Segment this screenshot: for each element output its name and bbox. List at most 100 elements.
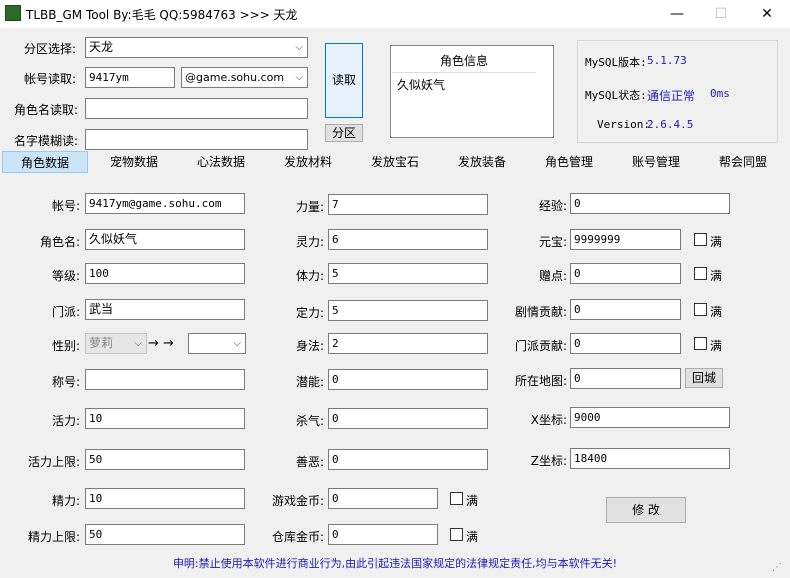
bank-gold-input[interactable]: 0 bbox=[328, 524, 438, 545]
chevron-down-icon: ⌵ bbox=[233, 338, 241, 349]
disclaimer-status: 申明:禁止使用本软件进行商业行为,由此引起违法国家规定的法律规定责任,均与本软件… bbox=[172, 557, 618, 570]
chevron-down-icon: ⌵ bbox=[295, 72, 303, 83]
app-window: TLBB_GM Tool By:毛毛 QQ:5984763 >>> 天龙 — ☐… bbox=[0, 0, 790, 578]
x-coord-input[interactable]: 9000 bbox=[570, 407, 730, 428]
plot-contrib-full-checkbox[interactable] bbox=[694, 303, 707, 316]
account-input[interactable]: 9417ym@game.sohu.com bbox=[85, 193, 245, 214]
game-gold-input[interactable]: 0 bbox=[328, 488, 438, 509]
morality-label: 善恶: bbox=[295, 455, 324, 469]
bank-gold-full-label: 满 bbox=[466, 530, 479, 544]
plot-contrib-label: 剧情贡献: bbox=[514, 305, 567, 319]
sect-contrib-input[interactable]: 0 bbox=[570, 333, 681, 354]
agility-input[interactable]: 2 bbox=[328, 333, 488, 354]
tab-account-management[interactable]: 账号管理 bbox=[613, 151, 699, 173]
z-coord-input[interactable]: 18400 bbox=[570, 448, 730, 469]
return-city-button[interactable]: 回城 bbox=[685, 368, 723, 388]
spirit-label: 灵力: bbox=[295, 235, 324, 249]
app-icon bbox=[5, 5, 21, 21]
tab-pet-data[interactable]: 宠物数据 bbox=[91, 151, 177, 173]
bonus-points-full-checkbox[interactable] bbox=[694, 267, 707, 280]
plot-contrib-input[interactable]: 0 bbox=[570, 299, 681, 320]
energy-input[interactable]: 10 bbox=[85, 488, 245, 509]
domain-select-value: @game.sohu.com bbox=[185, 71, 285, 84]
strength-input[interactable]: 7 bbox=[328, 194, 488, 215]
role-info-listbox[interactable]: 角色信息 久似妖气 bbox=[390, 45, 554, 138]
tab-issue-equipment[interactable]: 发放装备 bbox=[439, 151, 525, 173]
vitality-label: 活力: bbox=[51, 414, 80, 428]
title-label: 称号: bbox=[51, 375, 80, 389]
map-label: 所在地图: bbox=[514, 374, 567, 388]
sect-input[interactable]: 武当 bbox=[85, 299, 245, 320]
fuzzy-read-input[interactable] bbox=[85, 129, 308, 150]
modify-button[interactable]: 修 改 bbox=[606, 497, 686, 523]
vitality-max-input[interactable]: 50 bbox=[85, 449, 245, 470]
constitution-label: 体力: bbox=[295, 269, 324, 283]
gender-select: 萝莉 ⌵ bbox=[85, 333, 147, 354]
killing-input[interactable]: 0 bbox=[328, 408, 488, 429]
minimize-button[interactable]: — bbox=[654, 0, 700, 28]
tool-version-value: 2.6.4.5 bbox=[647, 118, 694, 131]
maximize-button: ☐ bbox=[714, 6, 728, 22]
mysql-status-ms: 0ms bbox=[710, 87, 730, 100]
partition-select[interactable]: 天龙 ⌵ bbox=[85, 37, 308, 58]
gender-target-select[interactable]: ⌵ bbox=[188, 333, 246, 354]
resize-grip-icon[interactable]: ⋰ bbox=[772, 561, 786, 575]
read-button[interactable]: 读取 bbox=[325, 43, 363, 118]
exp-input[interactable]: 0 bbox=[570, 193, 730, 214]
level-input[interactable]: 100 bbox=[85, 263, 245, 284]
domain-select[interactable]: @game.sohu.com ⌵ bbox=[181, 67, 308, 88]
bank-gold-full-checkbox[interactable] bbox=[450, 528, 463, 541]
gender-label: 性别: bbox=[51, 339, 80, 353]
killing-label: 杀气: bbox=[295, 414, 324, 428]
title-input[interactable] bbox=[85, 369, 245, 390]
potential-input[interactable]: 0 bbox=[328, 369, 488, 390]
constitution-input[interactable]: 5 bbox=[328, 263, 488, 284]
role-read-label: 角色名读取: bbox=[14, 103, 79, 117]
spirit-input[interactable]: 6 bbox=[328, 229, 488, 250]
plot-contrib-full-label: 满 bbox=[710, 305, 723, 319]
x-coord-label: X坐标: bbox=[530, 413, 567, 427]
tab-guild-alliance[interactable]: 帮会同盟 bbox=[700, 151, 786, 173]
level-label: 等级: bbox=[51, 269, 80, 283]
exp-label: 经验: bbox=[538, 199, 567, 213]
tab-role-management[interactable]: 角色管理 bbox=[526, 151, 612, 173]
role-name-input[interactable]: 久似妖气 bbox=[85, 229, 245, 250]
yuanbao-full-checkbox[interactable] bbox=[694, 233, 707, 246]
mysql-status-label: MySQL状态: bbox=[585, 89, 647, 102]
account-label: 帐号: bbox=[51, 199, 80, 213]
game-gold-full-checkbox[interactable] bbox=[450, 492, 463, 505]
sect-contrib-full-checkbox[interactable] bbox=[694, 337, 707, 350]
role-read-input[interactable] bbox=[85, 98, 308, 119]
focus-input[interactable]: 5 bbox=[328, 300, 488, 321]
vitality-input[interactable]: 10 bbox=[85, 408, 245, 429]
yuanbao-full-label: 满 bbox=[710, 235, 723, 249]
account-read-input[interactable]: 9417ym bbox=[85, 67, 175, 88]
bonus-points-input[interactable]: 0 bbox=[570, 263, 681, 284]
mysql-info-group: MySQL版本: 5.1.73 MySQL状态: 通信正常 0ms Versio… bbox=[577, 40, 778, 143]
close-button[interactable]: ✕ bbox=[744, 0, 790, 28]
morality-input[interactable]: 0 bbox=[328, 449, 488, 470]
map-input[interactable]: 0 bbox=[570, 368, 681, 389]
chevron-down-icon: ⌵ bbox=[295, 42, 303, 53]
role-list-item[interactable]: 久似妖气 bbox=[397, 76, 445, 93]
bonus-points-full-label: 满 bbox=[710, 269, 723, 283]
tab-role-data[interactable]: 角色数据 bbox=[2, 151, 88, 173]
tab-issue-gems[interactable]: 发放宝石 bbox=[352, 151, 438, 173]
agility-label: 身法: bbox=[295, 339, 324, 353]
mysql-version-label: MySQL版本: bbox=[585, 56, 647, 69]
sect-contrib-full-label: 满 bbox=[710, 339, 723, 353]
energy-label: 精力: bbox=[51, 494, 80, 508]
sect-label: 门派: bbox=[51, 305, 80, 319]
role-name-label: 角色名: bbox=[39, 235, 80, 249]
sect-contrib-label: 门派贡献: bbox=[514, 339, 567, 353]
partition-button[interactable]: 分区 bbox=[325, 124, 363, 142]
strength-label: 力量: bbox=[295, 200, 324, 214]
yuanbao-input[interactable]: 9999999 bbox=[570, 229, 681, 250]
fuzzy-read-label: 名字模糊读: bbox=[14, 134, 79, 148]
role-info-header: 角色信息 bbox=[439, 54, 488, 68]
energy-max-input[interactable]: 50 bbox=[85, 524, 245, 545]
tab-issue-materials[interactable]: 发放材料 bbox=[265, 151, 351, 173]
potential-label: 潜能: bbox=[295, 375, 324, 389]
tab-xinfa-data[interactable]: 心法数据 bbox=[178, 151, 264, 173]
z-coord-label: Z坐标: bbox=[530, 454, 567, 468]
